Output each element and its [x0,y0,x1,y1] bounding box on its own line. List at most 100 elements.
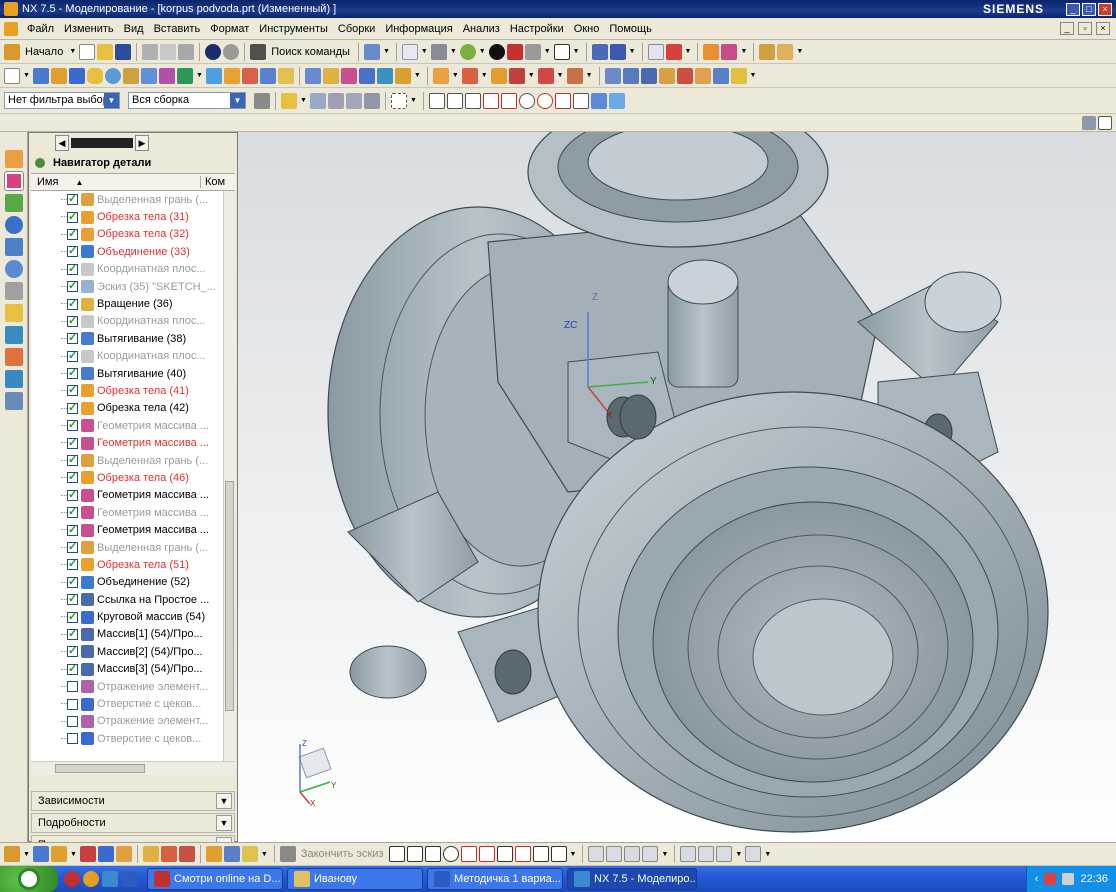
sphere-icon[interactable] [104,67,121,84]
command-search-button[interactable]: Поиск команды [271,46,350,58]
quick-extend-icon[interactable] [606,846,623,862]
pull-face-icon[interactable] [640,67,657,84]
snap-mid-icon[interactable] [464,92,481,109]
feature-visibility-checkbox[interactable] [67,733,78,745]
feature-tree-row[interactable]: Выделенная грань (... [31,539,235,556]
volume-icon[interactable] [1062,873,1075,885]
feature-tree-row[interactable]: Отверстие с цеков... [31,695,235,712]
extend-icon[interactable] [223,846,240,862]
wire-box-icon[interactable] [524,43,541,60]
measure-icon[interactable] [759,43,776,60]
render-style-icon[interactable] [488,43,505,60]
undo-icon[interactable] [205,43,222,60]
sketch-plane-icon[interactable] [50,846,67,862]
graphics-window[interactable]: Z ZC Y X Z Y X [238,96,1116,842]
tray-expand-icon[interactable]: ‹ [1035,873,1039,885]
quicklaunch-word-icon[interactable] [121,871,137,887]
feature-visibility-checkbox[interactable] [67,488,78,501]
rotate-view-icon[interactable] [430,43,447,60]
pin-icon[interactable] [35,158,45,168]
follow-face-icon[interactable] [327,92,344,109]
alternate-solution-icon[interactable] [745,846,762,862]
taskbar-button[interactable]: Смотри online на D... [147,868,283,890]
feature-tree-row[interactable]: Выделенная грань (... [31,191,235,208]
history-icon[interactable] [4,238,23,256]
trim-curve-icon[interactable] [178,846,195,862]
menu-tools[interactable]: Инструменты [254,23,333,35]
analysis-icon[interactable] [777,43,794,60]
column-name-header[interactable]: Имя ▲ [31,176,201,188]
pattern-face-icon[interactable] [730,67,747,84]
thread-icon[interactable] [322,67,339,84]
visual-scenes-icon[interactable] [4,370,23,388]
project-curve-icon[interactable] [142,846,159,862]
feature-visibility-checkbox[interactable] [67,644,78,658]
feature-visibility-checkbox[interactable] [67,470,78,484]
redo-icon[interactable] [223,43,240,60]
select-all-icon[interactable] [281,92,297,109]
snap-existing-icon[interactable] [554,92,571,109]
shaded-box-icon[interactable] [506,43,523,60]
feature-visibility-checkbox[interactable] [67,383,78,397]
pattern-icon[interactable] [176,67,193,84]
feature-visibility-checkbox[interactable] [67,523,78,536]
feature-tree-row[interactable]: Геометрия массива ... [31,417,235,434]
menu-edit[interactable]: Изменить [59,23,119,35]
datum-axis-icon[interactable] [461,67,478,84]
feature-tree-row[interactable]: Эскиз (35) "SKETCH_... [31,278,235,295]
move-face-icon[interactable] [622,67,639,84]
studio-spline-icon[interactable] [550,846,567,862]
feature-tree-row[interactable]: Геометрия массива ... [31,504,235,521]
panel-maximize-icon[interactable] [1098,115,1112,130]
menu-view[interactable]: Вид [119,23,149,35]
fillet-icon[interactable] [241,846,258,862]
start-icon[interactable] [4,43,20,60]
feature-tree-row[interactable]: Объединение (33) [31,243,235,260]
menu-insert[interactable]: Вставить [149,23,206,35]
snap-point-icon[interactable] [703,43,720,60]
snap-on-face-icon[interactable] [590,92,607,109]
feature-tree-row[interactable]: Геометрия массива ... [31,434,235,451]
paste-icon[interactable] [178,43,195,60]
feature-visibility-checkbox[interactable] [67,557,78,571]
feature-tree-row[interactable]: Обрезка тела (51) [31,556,235,573]
layer-icon[interactable] [591,43,608,60]
feature-tree-row[interactable]: Обрезка тела (41) [31,382,235,399]
boss-icon[interactable] [140,67,157,84]
palette-icon[interactable] [4,304,23,322]
make-corner-icon[interactable] [624,846,641,862]
start-button[interactable] [0,866,58,892]
feature-visibility-checkbox[interactable] [67,662,78,675]
revolve-icon[interactable] [50,67,67,84]
app-menu-icon[interactable] [4,21,18,36]
feature-visibility-checkbox[interactable] [67,331,78,345]
feature-visibility-checkbox[interactable] [67,297,78,310]
offset-icon[interactable] [115,846,132,862]
menu-preferences[interactable]: Настройки [505,23,569,35]
feature-tree-row[interactable]: Координатная плос... [31,313,235,330]
feature-visibility-checkbox[interactable] [67,627,78,640]
intersect-curve-icon[interactable] [160,846,177,862]
quicklaunch-nx-icon[interactable] [102,871,118,887]
offset-region-icon[interactable] [712,67,729,84]
feature-tree-row[interactable]: Геометрия массива ... [31,521,235,538]
cylinder-icon[interactable] [86,67,103,84]
feature-visibility-checkbox[interactable] [67,540,78,553]
sketch-icon[interactable] [4,67,20,84]
feature-tree-row[interactable]: Обрезка тела (46) [31,469,235,486]
feature-visibility-checkbox[interactable] [67,262,78,275]
feature-tree-row[interactable]: Массив[2] (54)/Про... [31,643,235,660]
start-button[interactable]: Начало [25,46,63,58]
tangent-faces-icon[interactable] [345,92,362,109]
profile-icon[interactable] [388,846,405,862]
feature-tree-row[interactable]: Координатная плос... [31,261,235,278]
feature-visibility-checkbox[interactable] [67,698,78,710]
menu-analysis[interactable]: Анализ [458,23,505,35]
feature-visibility-checkbox[interactable] [67,681,78,693]
snap-intersection-icon[interactable] [500,92,517,109]
pocket-icon[interactable] [158,67,175,84]
mirror-icon[interactable] [394,67,411,84]
doc-minimize-button[interactable]: _ [1060,22,1074,35]
cut-icon[interactable] [142,43,159,60]
draft-icon[interactable] [340,67,357,84]
